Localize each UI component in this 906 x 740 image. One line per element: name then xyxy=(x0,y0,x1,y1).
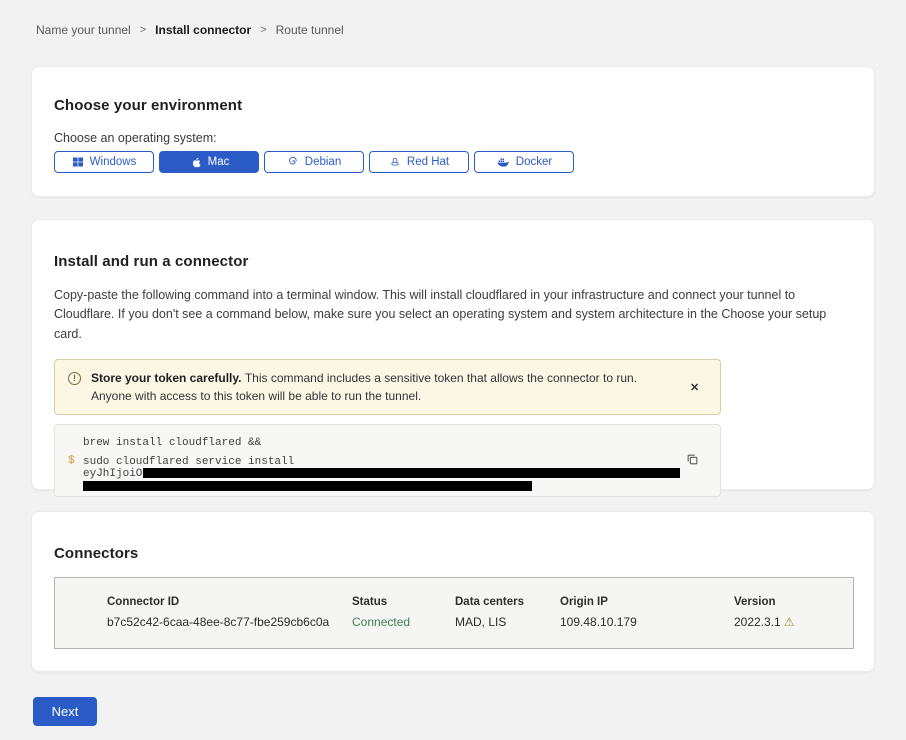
token-warning-banner: ! Store your token carefully. This comma… xyxy=(54,359,721,415)
command-token-line: eyJhIjoiO xyxy=(83,468,720,491)
command-line-1: brew install cloudflared && xyxy=(83,437,720,449)
breadcrumb-install-connector[interactable]: Install connector xyxy=(155,23,251,37)
os-button-label: Windows xyxy=(90,156,137,168)
column-header-data-centers: Data centers xyxy=(455,596,560,608)
warning-title: Store your token carefully. xyxy=(91,371,245,385)
os-button-label: Debian xyxy=(305,156,341,168)
table-row: b7c52c42-6caa-48ee-8c77-fbe259cb6c0a Con… xyxy=(107,615,853,629)
column-header-connector-id: Connector ID xyxy=(107,596,352,608)
connector-id-value: b7c52c42-6caa-48ee-8c77-fbe259cb6c0a xyxy=(107,615,352,629)
red-hat-icon xyxy=(389,156,401,168)
shell-prompt: $ xyxy=(68,455,75,467)
warning-text: Store your token carefully. This command… xyxy=(91,369,666,405)
table-header-row: Connector ID Status Data centers Origin … xyxy=(107,596,853,608)
connectors-card-title: Connectors xyxy=(54,545,852,562)
column-header-origin-ip: Origin IP xyxy=(560,596,734,608)
os-button-label: Docker xyxy=(516,156,552,168)
origin-ip-value: 109.48.10.179 xyxy=(560,615,734,629)
windows-icon xyxy=(72,156,84,168)
install-connector-card: Install and run a connector Copy-paste t… xyxy=(31,219,875,490)
connectors-card: Connectors Connector ID Status Data cent… xyxy=(31,511,875,672)
os-select-label: Choose an operating system: xyxy=(54,131,852,145)
docker-icon xyxy=(496,156,510,168)
next-button[interactable]: Next xyxy=(33,697,97,726)
column-header-status: Status xyxy=(352,596,455,608)
os-button-label: Red Hat xyxy=(407,156,449,168)
os-button-docker[interactable]: Docker xyxy=(474,151,574,173)
connectors-table: Connector ID Status Data centers Origin … xyxy=(54,577,854,649)
close-icon[interactable]: ✕ xyxy=(684,377,705,398)
version-value: 2022.3.1⚠ xyxy=(734,615,853,629)
redacted-token-bar xyxy=(83,481,532,491)
breadcrumb: Name your tunnel > Install connector > R… xyxy=(36,23,344,37)
os-button-debian[interactable]: Debian xyxy=(264,151,364,173)
debian-icon xyxy=(287,156,299,168)
redacted-token-bar xyxy=(143,468,680,478)
breadcrumb-route-tunnel[interactable]: Route tunnel xyxy=(276,23,344,37)
alert-circle-icon: ! xyxy=(68,372,81,385)
breadcrumb-separator: > xyxy=(260,24,266,36)
breadcrumb-name-your-tunnel[interactable]: Name your tunnel xyxy=(36,23,131,37)
install-description: Copy-paste the following command into a … xyxy=(54,286,850,344)
breadcrumb-separator: > xyxy=(140,24,146,36)
os-button-mac[interactable]: Mac xyxy=(159,151,259,173)
environment-card-title: Choose your environment xyxy=(54,97,852,114)
version-warning-icon: ⚠ xyxy=(784,615,795,629)
os-button-windows[interactable]: Windows xyxy=(54,151,154,173)
column-header-version: Version xyxy=(734,596,853,608)
install-card-title: Install and run a connector xyxy=(54,253,852,270)
copy-icon[interactable] xyxy=(684,451,701,471)
os-button-group: Windows Mac Debian Red Hat Docker xyxy=(54,151,852,173)
data-centers-value: MAD, LIS xyxy=(455,615,560,629)
terminal-command-block: brew install cloudflared && $ sudo cloud… xyxy=(54,424,721,497)
choose-environment-card: Choose your environment Choose an operat… xyxy=(31,66,875,197)
status-badge: Connected xyxy=(352,615,455,629)
token-prefix: eyJhIjoiO xyxy=(83,468,142,480)
os-button-label: Mac xyxy=(208,156,230,168)
command-line-2: sudo cloudflared service install xyxy=(83,456,720,468)
apple-icon xyxy=(189,156,202,169)
os-button-red-hat[interactable]: Red Hat xyxy=(369,151,469,173)
